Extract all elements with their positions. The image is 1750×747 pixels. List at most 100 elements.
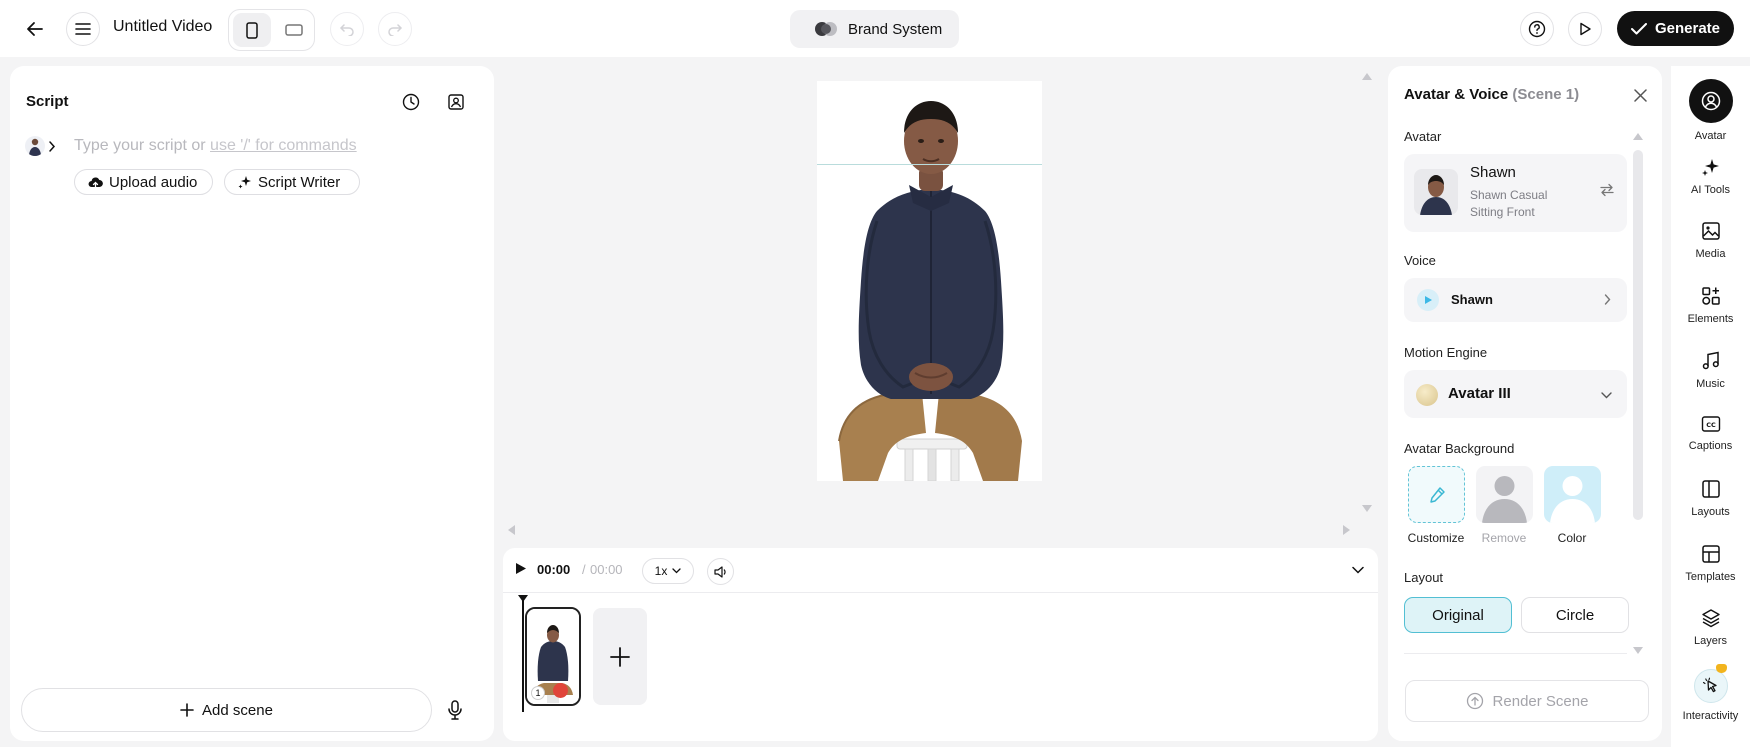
portrait-mode-button[interactable] <box>233 13 271 47</box>
panel-scrollbar[interactable] <box>1633 150 1643 520</box>
panel-title: Avatar & Voice (Scene 1) <box>1404 86 1579 103</box>
rail-item-music[interactable]: Music <box>1671 351 1750 390</box>
chevron-down-icon[interactable] <box>1598 388 1614 402</box>
rail-media-label: Media <box>1695 248 1726 260</box>
scroll-right-arrow-icon[interactable] <box>1340 523 1352 537</box>
collapse-timeline-icon[interactable] <box>1350 562 1366 578</box>
chevron-right-icon[interactable] <box>1600 292 1614 306</box>
person-silhouette-icon <box>1550 476 1595 523</box>
scroll-down-arrow-icon[interactable] <box>1632 646 1644 656</box>
music-note-icon <box>1702 351 1719 370</box>
generate-button[interactable]: Generate <box>1617 11 1734 46</box>
commands-hint: use '/' for commands <box>210 137 357 154</box>
rail-item-avatar[interactable]: Avatar <box>1671 79 1750 142</box>
motion-engine-label: Motion Engine <box>1404 345 1488 360</box>
upload-audio-button[interactable]: Upload audio <box>74 169 213 195</box>
image-icon <box>1701 222 1720 240</box>
voice-name: Shawn <box>1451 292 1493 307</box>
render-icon <box>1466 692 1483 710</box>
scene-number-badge: 1 <box>531 686 545 700</box>
script-avatar-icon[interactable] <box>443 90 469 114</box>
script-writer-label: Script Writer <box>258 173 341 191</box>
avatar-variant: Shawn Casual Sitting Front <box>1470 188 1548 219</box>
color-label: Color <box>1557 531 1587 545</box>
add-scene-thumbnail-button[interactable] <box>593 608 647 705</box>
svg-text:CC: CC <box>1706 421 1716 429</box>
rail-layers-label: Layers <box>1693 635 1728 647</box>
total-time: 00:00 <box>590 562 623 577</box>
scroll-up-arrow-icon[interactable] <box>1632 132 1644 142</box>
script-writer-button[interactable]: Script Writer <box>224 169 360 195</box>
elements-icon <box>1701 287 1720 305</box>
layout-section-label: Layout <box>1404 570 1444 585</box>
undo-icon[interactable] <box>330 12 364 46</box>
playhead[interactable] <box>522 595 524 712</box>
playback-speed-select[interactable]: 1x <box>642 558 694 584</box>
add-scene-button[interactable]: Add scene <box>21 688 432 732</box>
rail-music-label: Music <box>1696 378 1725 390</box>
rail-item-interactivity[interactable]: Interactivity <box>1671 664 1750 722</box>
rail-item-layers[interactable]: Layers <box>1671 608 1750 647</box>
close-icon[interactable] <box>1631 86 1649 104</box>
chevron-right-icon[interactable] <box>45 139 59 153</box>
avatar-icon <box>1688 79 1733 123</box>
video-canvas[interactable] <box>817 81 1042 481</box>
landscape-mode-button[interactable] <box>279 13 309 47</box>
scroll-left-arrow-icon[interactable] <box>505 523 517 537</box>
plus-icon <box>180 703 194 717</box>
avatar-section-label: Avatar <box>1404 129 1442 144</box>
rail-layouts-label: Layouts <box>1691 506 1730 518</box>
speaker-avatar[interactable] <box>25 136 45 156</box>
layout-circle-label: Circle <box>1555 606 1595 624</box>
preview-play-icon[interactable] <box>1568 12 1602 46</box>
placeholder-lead: Type your script or <box>74 137 211 154</box>
rail-item-media[interactable]: Media <box>1671 221 1750 260</box>
panel-scene: (Scene 1) <box>1512 86 1580 103</box>
layout-original-button[interactable]: Original <box>1404 597 1512 633</box>
time-separator: / <box>582 562 586 577</box>
alert-badge-icon <box>553 683 568 698</box>
generate-label: Generate <box>1654 20 1721 37</box>
current-time: 00:00 <box>537 562 571 577</box>
layouts-icon <box>1701 480 1720 498</box>
volume-icon[interactable] <box>707 558 734 585</box>
remove-background-button[interactable] <box>1476 466 1533 523</box>
voice-play-icon[interactable] <box>1417 289 1439 311</box>
play-icon[interactable] <box>514 561 528 575</box>
brand-system-button[interactable]: Brand System <box>790 10 959 48</box>
customize-background-button[interactable] <box>1408 466 1465 523</box>
rail-captions-label: Captions <box>1688 440 1733 452</box>
rail-item-templates[interactable]: Templates <box>1671 544 1750 583</box>
help-icon[interactable] <box>1520 12 1554 46</box>
redo-icon[interactable] <box>378 12 412 46</box>
swap-avatar-icon[interactable] <box>1597 181 1617 199</box>
video-title[interactable]: Untitled Video <box>113 18 212 36</box>
rail-interactivity-label: Interactivity <box>1682 710 1739 722</box>
menu-icon[interactable] <box>66 12 100 46</box>
rail-ai-tools-label: AI Tools <box>1691 184 1730 196</box>
playhead-handle-icon[interactable] <box>517 594 529 603</box>
back-arrow-icon[interactable] <box>20 14 50 44</box>
scroll-up-arrow-icon[interactable] <box>1360 70 1374 82</box>
rail-avatar-label: Avatar <box>1694 130 1727 142</box>
timeline-divider <box>503 592 1378 593</box>
script-input[interactable]: Type your script or use '/' for commands <box>74 137 357 155</box>
rail-item-layouts[interactable]: Layouts <box>1671 479 1750 518</box>
voice-section-label: Voice <box>1404 253 1436 268</box>
render-scene-button[interactable]: Render Scene <box>1405 680 1649 722</box>
panel-title-text: Avatar & Voice <box>1404 86 1509 103</box>
history-icon[interactable] <box>398 90 424 114</box>
rail-item-ai-tools[interactable]: AI Tools <box>1671 157 1750 196</box>
premium-crown-icon <box>1715 664 1727 673</box>
rail-item-elements[interactable]: Elements <box>1671 286 1750 325</box>
scroll-down-arrow-icon[interactable] <box>1360 502 1374 514</box>
color-background-button[interactable] <box>1544 466 1601 523</box>
microphone-icon[interactable] <box>443 697 467 723</box>
customize-label: Customize <box>1407 531 1465 545</box>
templates-icon <box>1701 545 1720 563</box>
sparkle-icon <box>238 176 251 189</box>
avatar-name: Shawn <box>1470 164 1516 181</box>
layout-circle-button[interactable]: Circle <box>1521 597 1629 633</box>
cloud-upload-icon <box>88 177 103 188</box>
rail-item-captions[interactable]: CC Captions <box>1671 415 1750 452</box>
